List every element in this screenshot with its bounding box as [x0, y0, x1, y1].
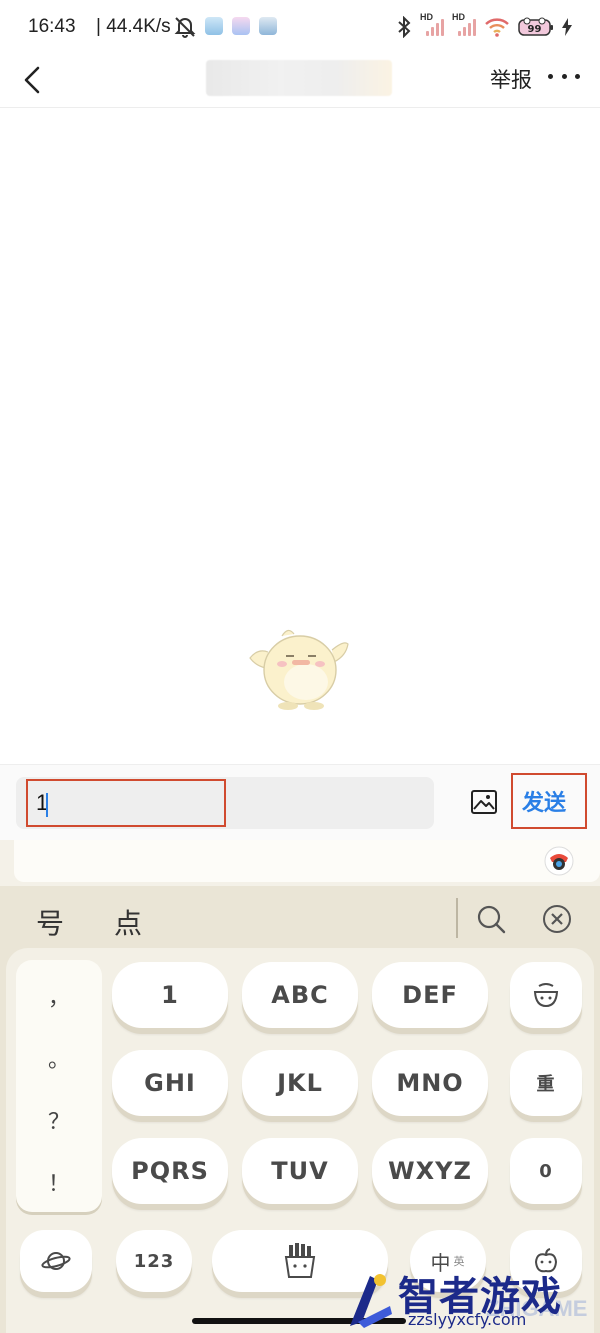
close-icon[interactable]: [542, 904, 572, 934]
app-notification-icon: [205, 17, 223, 35]
key-def[interactable]: DEF: [372, 962, 488, 1028]
punct-key[interactable]: 。: [16, 1042, 102, 1074]
watermark-logo-icon: [350, 1274, 392, 1328]
ime-toolbar-surface: [14, 840, 600, 882]
status-bar: 16:43 | 44.4K/s HD HD 99: [0, 0, 600, 54]
emoji-button[interactable]: [510, 962, 582, 1028]
status-time: 16:43: [28, 16, 76, 37]
chat-area: [0, 108, 600, 764]
planet-icon: [41, 1252, 71, 1270]
key-0[interactable]: 0: [510, 1138, 582, 1204]
key-jkl[interactable]: JKL: [242, 1050, 358, 1116]
page-title: [206, 60, 392, 96]
punct-key[interactable]: ！: [16, 1166, 102, 1198]
report-button[interactable]: 举报: [490, 64, 532, 94]
status-icons: HD HD 99: [396, 12, 572, 40]
key-wxyz[interactable]: WXYZ: [372, 1138, 488, 1204]
key-tuv[interactable]: TUV: [242, 1138, 358, 1204]
send-highlight-box: [511, 773, 587, 829]
planet-button[interactable]: [20, 1230, 92, 1292]
battery-icon: 99: [518, 17, 553, 36]
watermark: ZHIGAME 智者游戏网 zzslyyxcfy.com: [340, 1262, 600, 1333]
input-highlight-box: [26, 779, 226, 827]
nav-bar: 举报: [0, 54, 600, 108]
punctuation-column[interactable]: ， 。 ？ ！: [16, 960, 102, 1212]
punct-key[interactable]: ，: [16, 980, 102, 1012]
battery-level: 99: [528, 24, 542, 35]
candidate-bar: 号 点: [0, 886, 600, 950]
key-1[interactable]: 1: [112, 962, 228, 1028]
message-composer: 发送: [0, 764, 600, 840]
ime-toolbar: [0, 840, 600, 886]
signal-icon: HD: [452, 12, 476, 38]
fries-icon: [284, 1243, 316, 1278]
more-icon[interactable]: [548, 68, 580, 84]
mute-icon: [174, 17, 196, 38]
network-speed: | 44.4K/s: [96, 16, 171, 37]
key-abc[interactable]: ABC: [242, 962, 358, 1028]
back-icon[interactable]: [20, 62, 44, 98]
watermark-url: zzslyyxcfy.com: [408, 1310, 527, 1329]
candidate-word[interactable]: 号: [36, 902, 64, 942]
wifi-icon: [485, 18, 509, 37]
bluetooth-icon: [398, 16, 411, 38]
retype-key[interactable]: 重: [510, 1050, 582, 1116]
app-notification-icon: [259, 17, 277, 35]
charging-icon: [562, 18, 572, 36]
emoji-bowl-icon: [533, 983, 559, 1008]
numbers-key[interactable]: 123: [116, 1230, 192, 1292]
ime-logo-icon[interactable]: [544, 846, 574, 876]
punct-key[interactable]: ？: [16, 1104, 102, 1136]
key-pqrs[interactable]: PQRS: [112, 1138, 228, 1204]
image-icon[interactable]: [470, 789, 498, 815]
key-mno[interactable]: MNO: [372, 1050, 488, 1116]
search-icon[interactable]: [476, 904, 506, 934]
empty-state-mascot: [249, 629, 349, 710]
app-notification-icon: [232, 17, 250, 35]
signal-icon: HD: [420, 12, 444, 38]
candidate-divider: [456, 898, 458, 938]
key-ghi[interactable]: GHI: [112, 1050, 228, 1116]
candidate-word[interactable]: 点: [114, 902, 142, 942]
